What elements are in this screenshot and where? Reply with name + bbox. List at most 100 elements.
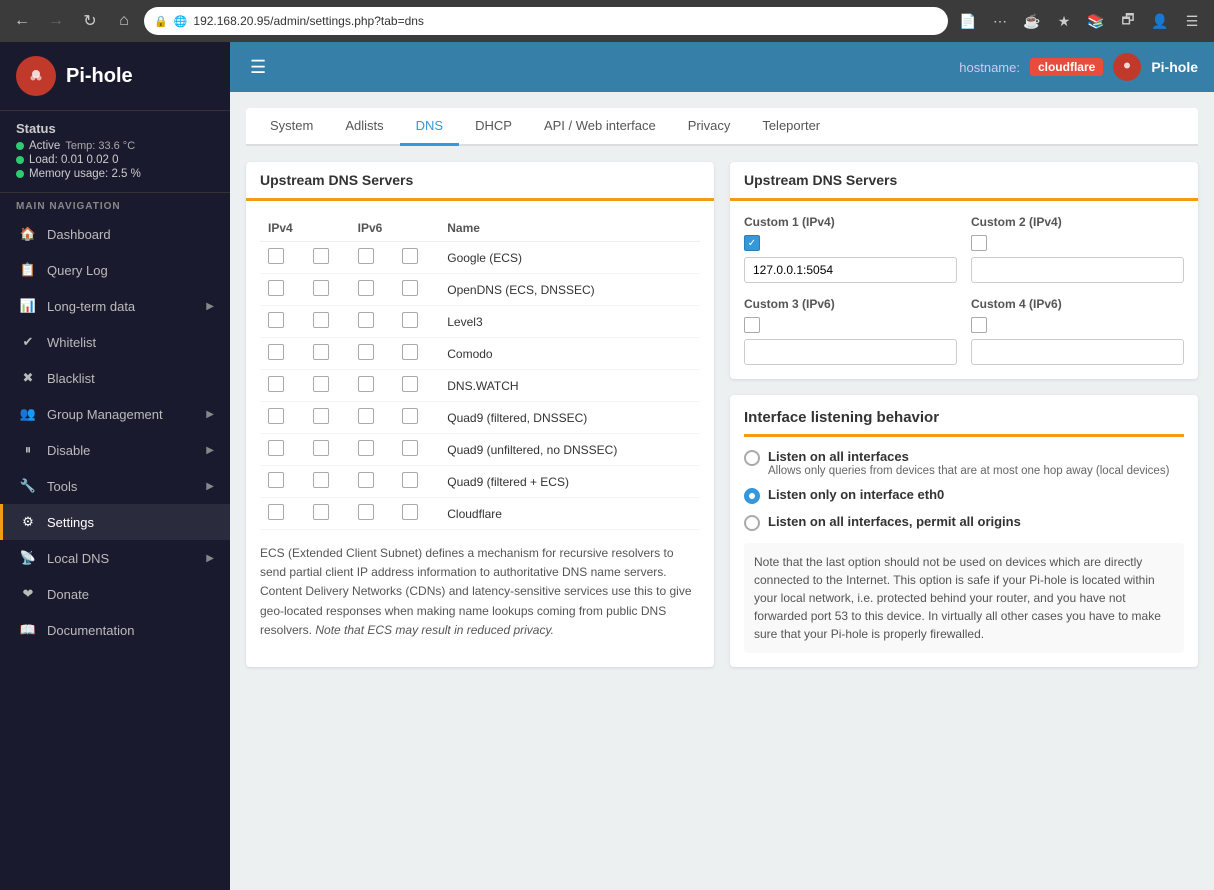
menu-button[interactable]: ☰ [1178,7,1206,35]
dns-ipv4-2-checkbox[interactable] [313,472,329,488]
chevron-icon-tools: ▶ [206,481,214,492]
star-button[interactable]: ★ [1050,7,1078,35]
hamburger-button[interactable]: ☰ [246,53,270,82]
sidebar-item-settings[interactable]: ⚙ Settings [0,504,230,540]
dns-ipv6-2-checkbox[interactable] [402,408,418,424]
dns-ipv4-2-checkbox[interactable] [313,504,329,520]
custom-2-checkbox[interactable] [971,235,987,251]
dns-ipv6-1-cell [350,306,395,338]
dns-ipv4-2-cell [305,306,350,338]
radio-option-all-interfaces[interactable]: Listen on all interfaces Allows only que… [744,449,1184,477]
settings-grid: Upstream DNS Servers IPv4 IPv6 Name [246,162,1198,667]
active-label: Active [29,140,60,152]
browser-chrome: ← → ↻ ⌂ 🔒 🌐 192.168.20.95/admin/settings… [0,0,1214,42]
custom-4-checkbox[interactable] [971,317,987,333]
dns-ipv4-1-checkbox[interactable] [268,472,284,488]
dns-ipv4-1-checkbox[interactable] [268,376,284,392]
radio-all-origins[interactable] [744,515,760,531]
dns-ipv6-1-checkbox[interactable] [358,504,374,520]
sidebar-item-group-management[interactable]: 👥 Group Management ▶ [0,396,230,432]
sidebar-item-documentation[interactable]: 📖 Documentation [0,612,230,648]
back-button[interactable]: ← [8,7,36,35]
radio-eth0[interactable] [744,488,760,504]
dns-ipv6-1-checkbox[interactable] [358,408,374,424]
dns-ipv4-2-checkbox[interactable] [313,344,329,360]
sidebar-item-label-local-dns: Local DNS [47,551,196,566]
forward-button[interactable]: → [42,7,70,35]
sidebar-item-label-documentation: Documentation [47,623,214,638]
more-button[interactable]: ⋯ [986,7,1014,35]
dns-ipv6-1-checkbox[interactable] [358,344,374,360]
sidebar-item-disable[interactable]: ⏸ Disable ▶ [0,432,230,468]
radio-option-eth0[interactable]: Listen only on interface eth0 [744,487,1184,504]
reload-button[interactable]: ↻ [76,7,104,35]
sidebar-item-donate[interactable]: ❤ Donate [0,576,230,612]
dns-ipv4-2-checkbox[interactable] [313,408,329,424]
custom-1-checkbox[interactable]: ✓ [744,235,760,251]
sidebar-item-dashboard[interactable]: 🏠 Dashboard [0,216,230,252]
dns-ipv6-2-checkbox[interactable] [402,344,418,360]
radio-all-interfaces[interactable] [744,450,760,466]
dns-ipv4-2-checkbox[interactable] [313,248,329,264]
home-button[interactable]: ⌂ [110,7,138,35]
tab-teleporter[interactable]: Teleporter [746,108,836,146]
dns-ipv6-1-checkbox[interactable] [358,376,374,392]
chevron-icon-disable: ▶ [206,445,214,456]
chevron-icon-group: ▶ [206,409,214,420]
sidebar-item-query-log[interactable]: 📋 Query Log [0,252,230,288]
pocket-button[interactable]: ☕ [1018,7,1046,35]
tab-privacy[interactable]: Privacy [672,108,747,146]
listening-notice: Note that the last option should not be … [744,543,1184,653]
dns-ipv4-1-checkbox[interactable] [268,312,284,328]
custom-4-input[interactable] [971,339,1184,365]
library-button[interactable]: 📚 [1082,7,1110,35]
dns-ipv6-2-checkbox[interactable] [402,248,418,264]
dns-ipv6-1-checkbox[interactable] [358,440,374,456]
dns-ipv4-1-checkbox[interactable] [268,248,284,264]
dns-ipv6-2-checkbox[interactable] [402,472,418,488]
tab-dhcp[interactable]: DHCP [459,108,528,146]
dns-ipv4-2-checkbox[interactable] [313,376,329,392]
dns-ipv6-1-checkbox[interactable] [358,280,374,296]
sidebar-item-local-dns[interactable]: 📡 Local DNS ▶ [0,540,230,576]
dns-ipv6-2-checkbox[interactable] [402,312,418,328]
dns-ipv4-2-checkbox[interactable] [313,440,329,456]
custom-3-input[interactable] [744,339,957,365]
sync-button[interactable]: 🗗 [1114,7,1142,35]
dns-ipv4-2-cell [305,402,350,434]
dns-ipv6-2-cell [394,242,439,274]
tab-system[interactable]: System [254,108,329,146]
dns-ipv4-2-checkbox[interactable] [313,280,329,296]
address-bar[interactable]: 🔒 🌐 192.168.20.95/admin/settings.php?tab… [144,7,948,35]
custom-3-checkbox[interactable] [744,317,760,333]
dns-ipv4-1-checkbox[interactable] [268,280,284,296]
dns-ipv4-2-checkbox[interactable] [313,312,329,328]
dns-ipv6-2-checkbox[interactable] [402,440,418,456]
table-row: Level3 [260,306,700,338]
tab-api-web[interactable]: API / Web interface [528,108,672,146]
dns-ipv6-1-cell [350,242,395,274]
dns-ipv4-1-checkbox[interactable] [268,408,284,424]
dns-ipv6-2-checkbox[interactable] [402,504,418,520]
sidebar-item-blacklist[interactable]: ✖ Blacklist [0,360,230,396]
table-row: Cloudflare [260,498,700,530]
dns-ipv4-1-checkbox[interactable] [268,344,284,360]
sidebar-item-whitelist[interactable]: ✔ Whitelist [0,324,230,360]
tab-adlists[interactable]: Adlists [329,108,399,146]
dns-ipv4-1-checkbox[interactable] [268,504,284,520]
custom-1-input[interactable] [744,257,957,283]
tab-dns[interactable]: DNS [400,108,459,146]
reader-mode-button[interactable]: 📄 [954,7,982,35]
dns-ipv6-1-checkbox[interactable] [358,312,374,328]
dns-ipv6-2-checkbox[interactable] [402,280,418,296]
dns-ipv4-1-checkbox[interactable] [268,440,284,456]
dns-ipv6-1-checkbox[interactable] [358,472,374,488]
custom-2-input[interactable] [971,257,1184,283]
dns-ipv6-2-checkbox[interactable] [402,376,418,392]
account-button[interactable]: 👤 [1146,7,1174,35]
topbar-left: ☰ [246,53,270,82]
sidebar-item-long-term-data[interactable]: 📊 Long-term data ▶ [0,288,230,324]
sidebar-item-tools[interactable]: 🔧 Tools ▶ [0,468,230,504]
dns-ipv6-1-checkbox[interactable] [358,248,374,264]
radio-option-all-origins[interactable]: Listen on all interfaces, permit all ori… [744,514,1184,531]
